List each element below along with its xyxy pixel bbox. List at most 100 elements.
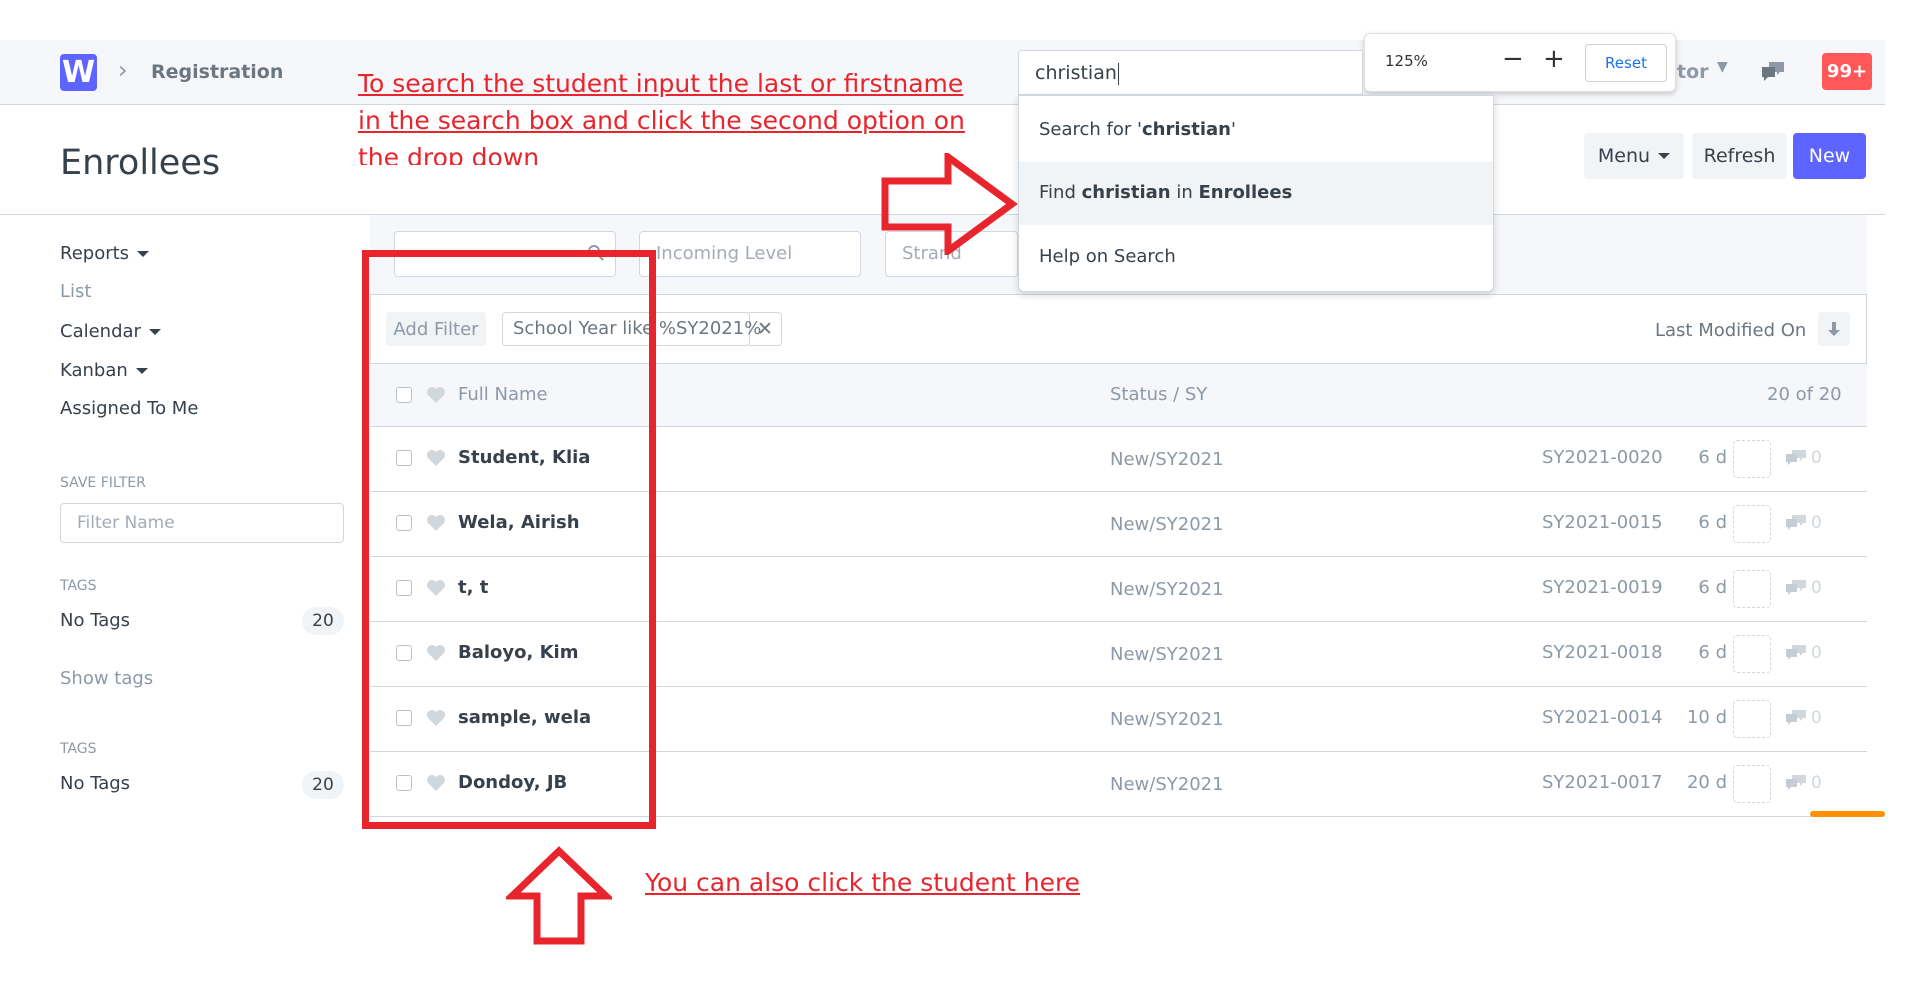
comment-count: 0 <box>1811 513 1822 533</box>
sidebar-item-reports[interactable]: Reports <box>60 243 150 264</box>
row-status: New/SY2021 <box>1110 579 1224 600</box>
incoming-level-input[interactable]: Incoming Level <box>639 231 861 277</box>
row-id[interactable]: SY2021-0014 <box>1542 707 1663 728</box>
row-status: New/SY2021 <box>1110 774 1224 795</box>
menu-button-label: Menu <box>1597 145 1651 167</box>
no-tags-label[interactable]: No Tags <box>60 610 130 631</box>
search-input-value: christian <box>1035 62 1117 84</box>
row-modified-age: 10 d <box>1686 707 1727 728</box>
text-cursor <box>1117 62 1119 85</box>
assignee-avatar-placeholder[interactable] <box>1733 635 1771 673</box>
row-status: New/SY2021 <box>1110 449 1224 470</box>
zoom-reset-button[interactable]: Reset <box>1585 44 1667 82</box>
row-modified-age: 20 d <box>1686 772 1727 793</box>
notification-badge[interactable]: 99+ <box>1822 53 1872 90</box>
sidebar-item-list[interactable]: List <box>60 281 91 302</box>
calendar-caret-icon <box>148 329 161 335</box>
sidebar-item-reports-label: Reports <box>60 243 130 264</box>
comment-icon <box>1786 450 1806 465</box>
sidebar-item-calendar-label: Calendar <box>60 321 141 342</box>
save-filter-heading: SAVE FILTER <box>60 475 146 491</box>
page-title: Enrollees <box>60 143 221 183</box>
refresh-button[interactable]: Refresh <box>1692 133 1787 179</box>
tags-heading-secondary: TAGS <box>60 741 97 757</box>
remove-filter-icon[interactable]: ✕ <box>749 312 782 346</box>
no-tags-count: 20 <box>302 607 344 635</box>
menu-caret-icon <box>1658 153 1671 159</box>
annotation-line-1: To search the student input the last or … <box>358 69 964 98</box>
assignee-avatar-placeholder[interactable] <box>1733 570 1771 608</box>
no-tags-count-secondary: 20 <box>302 771 344 799</box>
zoom-out-button[interactable]: − <box>1502 44 1524 74</box>
option-text-mid: in <box>1170 182 1199 203</box>
menu-button[interactable]: Menu <box>1584 133 1684 179</box>
col-status-sy: Status / SY <box>1110 384 1208 405</box>
dropdown-option-find-in-enrollees[interactable]: Find christian in Enrollees <box>1019 162 1493 225</box>
annotation-line-2: in the search box and click the second o… <box>358 106 965 135</box>
no-tags-label-secondary[interactable]: No Tags <box>60 773 130 794</box>
dropdown-option-search-for[interactable]: Search for 'christian' <box>1019 99 1493 162</box>
row-id[interactable]: SY2021-0017 <box>1542 772 1663 793</box>
row-id[interactable]: SY2021-0019 <box>1542 577 1663 598</box>
assignee-avatar-placeholder[interactable] <box>1733 440 1771 478</box>
breadcrumb-chevron-icon: › <box>118 56 128 84</box>
comment-icon <box>1786 775 1806 790</box>
reports-caret-icon <box>137 251 150 257</box>
tags-heading: TAGS <box>60 578 97 594</box>
new-button[interactable]: New <box>1793 133 1866 179</box>
row-modified-age: 6 d <box>1698 642 1727 663</box>
annotation-arrow-up-icon <box>506 846 612 945</box>
comment-count: 0 <box>1811 643 1822 663</box>
row-status: New/SY2021 <box>1110 644 1224 665</box>
show-tags-link[interactable]: Show tags <box>60 668 153 689</box>
awesomebar-search-input[interactable]: christian <box>1018 50 1363 95</box>
option-term: christian <box>1141 119 1231 140</box>
list-count: 20 of 20 <box>1767 384 1842 405</box>
user-menu-caret-icon[interactable]: ▼ <box>1717 59 1728 75</box>
sidebar-item-kanban[interactable]: Kanban <box>60 360 148 381</box>
breadcrumb-registration[interactable]: Registration <box>151 61 283 83</box>
sort-descending-icon <box>1828 322 1840 336</box>
option-text: Find <box>1039 182 1082 203</box>
assignee-avatar-placeholder[interactable] <box>1733 765 1771 803</box>
annotation-highlight-box <box>362 250 656 829</box>
row-modified-age: 6 d <box>1698 577 1727 598</box>
comment-icon <box>1786 710 1806 725</box>
user-menu-label[interactable]: tor <box>1677 61 1709 83</box>
sidebar-item-assigned-to-me[interactable]: Assigned To Me <box>60 398 198 419</box>
comment-count: 0 <box>1811 578 1822 598</box>
annotation-arrow-right-icon <box>881 153 1018 255</box>
assignee-avatar-placeholder[interactable] <box>1733 505 1771 543</box>
row-status: New/SY2021 <box>1110 709 1224 730</box>
assignee-avatar-placeholder[interactable] <box>1733 700 1771 738</box>
comment-count: 0 <box>1811 773 1822 793</box>
row-modified-age: 6 d <box>1698 447 1727 468</box>
row-id[interactable]: SY2021-0020 <box>1542 447 1663 468</box>
row-status: New/SY2021 <box>1110 514 1224 535</box>
row-modified-age: 6 d <box>1698 512 1727 533</box>
annotation-search-instructions: To search the student input the last or … <box>358 65 1038 165</box>
option-text-end: ' <box>1230 119 1236 140</box>
zoom-in-button[interactable]: + <box>1543 44 1565 74</box>
chat-icon[interactable] <box>1760 60 1786 84</box>
help-tab-edge[interactable] <box>1810 811 1885 817</box>
sort-by-label[interactable]: Last Modified On <box>1655 320 1806 341</box>
sidebar-item-kanban-label: Kanban <box>60 360 128 381</box>
row-id[interactable]: SY2021-0015 <box>1542 512 1663 533</box>
zoom-level: 125% <box>1385 52 1428 70</box>
row-id[interactable]: SY2021-0018 <box>1542 642 1663 663</box>
comment-icon <box>1786 645 1806 660</box>
annotation-click-student: You can also click the student here <box>645 868 1081 897</box>
app-logo[interactable]: W <box>60 54 97 91</box>
option-term: christian <box>1081 182 1171 203</box>
kanban-caret-icon <box>135 368 148 374</box>
filter-name-input[interactable]: Filter Name <box>60 503 344 543</box>
sort-order-button[interactable] <box>1818 312 1850 346</box>
option-doctype: Enrollees <box>1198 182 1293 203</box>
dropdown-option-help-on-search[interactable]: Help on Search <box>1019 226 1493 289</box>
comment-icon <box>1786 515 1806 530</box>
comment-icon <box>1786 580 1806 595</box>
comment-count: 0 <box>1811 708 1822 728</box>
sidebar-item-calendar[interactable]: Calendar <box>60 321 161 342</box>
option-text: Search for ' <box>1039 119 1142 140</box>
